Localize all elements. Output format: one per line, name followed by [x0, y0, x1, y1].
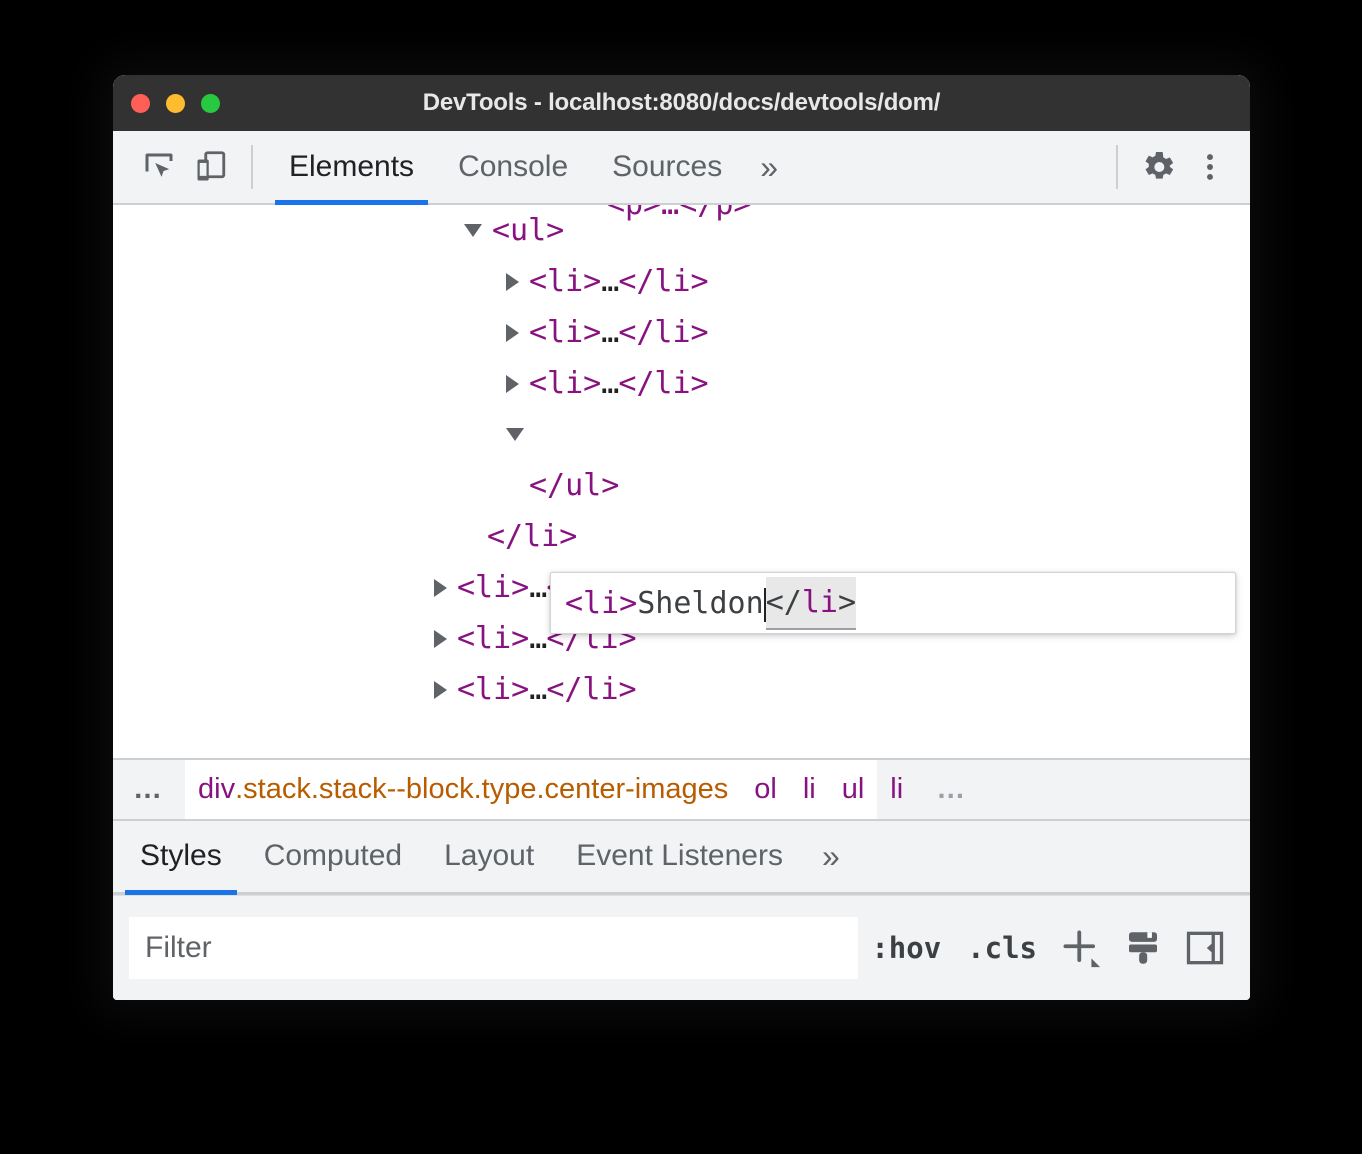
tab-elements[interactable]: Elements	[267, 131, 436, 205]
title-bar: DevTools - localhost:8080/docs/devtools/…	[113, 75, 1250, 131]
twisty-closed-icon[interactable]	[506, 374, 519, 393]
dom-row-open-tag: <li>	[457, 672, 530, 707]
filter-input[interactable]	[129, 916, 859, 979]
devtools-window: DevTools - localhost:8080/docs/devtools/…	[113, 75, 1250, 1000]
breadcrumb-item-ol[interactable]: ol	[741, 759, 790, 819]
dom-row[interactable]: <li>…</li>	[113, 358, 1250, 409]
dom-row-close-tag: </li>	[546, 672, 637, 707]
tab-layout[interactable]: Layout	[423, 821, 555, 892]
twisty-open-icon[interactable]	[464, 224, 482, 237]
breadcrumb-tag-name: li	[890, 772, 904, 805]
twisty-open-icon[interactable]	[506, 428, 524, 441]
panel-tabs: Elements Console Sources »	[267, 131, 794, 205]
dom-row-open-tag: <li>	[529, 264, 602, 299]
minimize-window-button[interactable]	[166, 93, 185, 113]
dom-row-ellipsis: …	[529, 570, 547, 605]
dom-row-ellipsis: …	[529, 621, 547, 656]
element-classes-button[interactable]: .cls	[954, 931, 1050, 965]
close-window-button[interactable]	[131, 93, 150, 113]
dom-row-label: </ul>	[529, 468, 620, 503]
tab-computed[interactable]: Computed	[243, 821, 423, 892]
collapse-sidebar-icon[interactable]	[1174, 917, 1236, 979]
dom-row[interactable]: </li>	[113, 511, 1250, 562]
toolbar-right-group	[1102, 141, 1236, 193]
dom-row-open-tag: <li>	[529, 366, 602, 401]
traffic-lights	[113, 93, 220, 113]
dom-row-label: <ul>	[492, 213, 565, 248]
dom-row-clipped: <p>…</p>	[607, 205, 752, 230]
text-caret	[763, 588, 766, 622]
dom-row[interactable]: <li>…</li>	[113, 307, 1250, 358]
dom-row[interactable]: <li>…</li>	[113, 256, 1250, 307]
gear-icon[interactable]	[1132, 141, 1184, 193]
dom-row[interactable]: <li>…</li>	[113, 664, 1250, 715]
dom-row-ellipsis: …	[601, 315, 619, 350]
inspect-element-icon[interactable]	[133, 141, 185, 193]
breadcrumb-item-ul[interactable]: ul	[828, 759, 878, 819]
more-tabs-chevron-icon[interactable]: »	[744, 151, 794, 183]
breadcrumb: … div .stack.stack--block.type.center-ima…	[113, 757, 1250, 821]
window-title: DevTools - localhost:8080/docs/devtools/…	[422, 89, 941, 116]
paintbrush-icon[interactable]	[1112, 917, 1174, 979]
breadcrumb-tag-name: li	[802, 772, 816, 805]
breadcrumb-overflow-right[interactable]: …	[916, 760, 988, 819]
breadcrumb-item-li-1[interactable]: li	[789, 759, 829, 819]
dom-row-open-tag: <li>	[457, 570, 530, 605]
breadcrumb-item-li-selected[interactable]: li	[877, 759, 917, 819]
edit-close-tag-slash: </	[765, 584, 802, 620]
twisty-closed-icon[interactable]	[506, 272, 519, 291]
edit-close-tag: </li>	[765, 576, 856, 630]
styles-filter-bar: :hov .cls	[113, 894, 1250, 1000]
toolbar-divider-left	[251, 145, 253, 189]
styles-more-tabs-chevron-icon[interactable]: »	[804, 840, 858, 872]
dom-row-ellipsis: …	[601, 264, 619, 299]
toolbar-divider-right	[1116, 145, 1118, 189]
breadcrumb-overflow-left[interactable]: …	[113, 760, 185, 819]
twisty-closed-icon[interactable]	[434, 680, 447, 699]
dom-row-editing[interactable]	[113, 409, 1250, 460]
breadcrumb-tag-name: ol	[754, 772, 777, 805]
dom-row-ellipsis: …	[529, 672, 547, 707]
main-toolbar: Elements Console Sources »	[113, 131, 1250, 205]
twisty-closed-icon[interactable]	[434, 629, 447, 648]
breadcrumb-tag-name: div	[198, 772, 236, 805]
edit-open-tag: <li>	[565, 585, 638, 621]
edit-close-tag-name: li	[801, 584, 838, 620]
tab-console[interactable]: Console	[436, 131, 590, 203]
breadcrumb-item-div[interactable]: div .stack.stack--block.type.center-image…	[185, 759, 742, 819]
kebab-menu-icon[interactable]	[1184, 141, 1236, 193]
breadcrumb-class-names: .stack.stack--block.type.center-images	[235, 772, 729, 805]
styles-pane-tabs: Styles Computed Layout Event Listeners »	[113, 820, 1250, 895]
edit-text-value: Sheldon	[637, 585, 764, 621]
dom-tree-panel[interactable]: <p>…</p> <ul> <li>…</li> <li>…</li> <li>…	[113, 205, 1250, 758]
dom-row-close-tag: </li>	[618, 264, 709, 299]
dom-row-close-tag: </li>	[618, 366, 709, 401]
dom-row-open-tag: <li>	[457, 621, 530, 656]
dom-row-open-tag: <li>	[529, 315, 602, 350]
twisty-closed-icon[interactable]	[506, 323, 519, 342]
dom-row-label: </li>	[487, 519, 578, 554]
tab-event-listeners[interactable]: Event Listeners	[555, 821, 804, 892]
dom-row-ellipsis: …	[601, 366, 619, 401]
breadcrumb-tag-name: ul	[841, 772, 865, 805]
toggle-element-state-button[interactable]: :hov	[858, 931, 954, 965]
edit-close-tag-end: >	[837, 584, 856, 620]
twisty-closed-icon[interactable]	[434, 578, 447, 597]
device-toolbar-icon[interactable]	[185, 141, 237, 193]
maximize-window-button[interactable]	[201, 93, 220, 113]
dom-inline-edit-input[interactable]: <li> Sheldon </li>	[550, 572, 1236, 634]
dom-row[interactable]: </ul>	[113, 460, 1250, 511]
plus-icon[interactable]	[1050, 917, 1112, 979]
tab-sources[interactable]: Sources	[590, 131, 744, 203]
dom-row-close-tag: </li>	[618, 315, 709, 350]
tab-styles[interactable]: Styles	[119, 821, 243, 895]
